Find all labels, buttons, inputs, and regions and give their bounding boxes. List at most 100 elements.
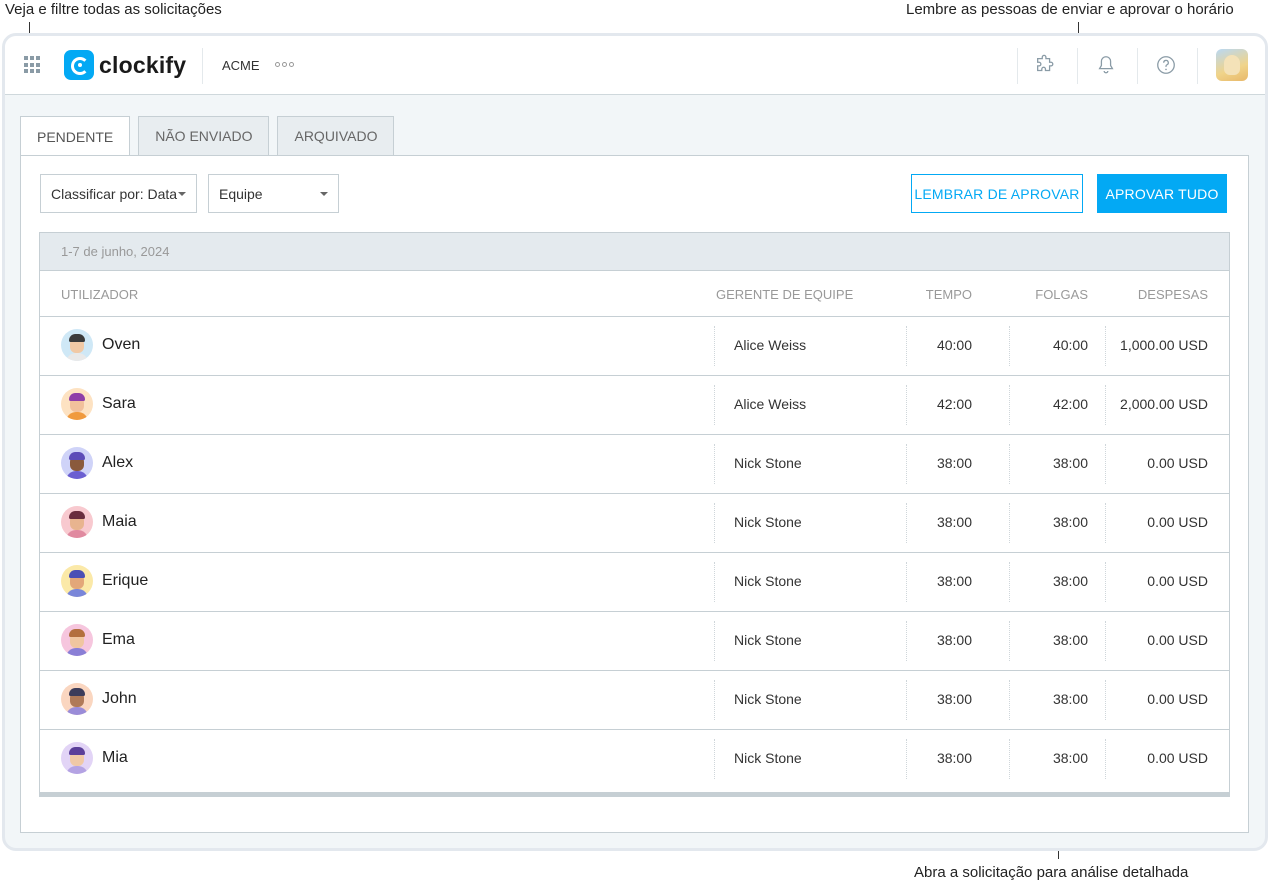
- user-name: Ema: [102, 631, 135, 648]
- more-options-icon[interactable]: [275, 62, 294, 67]
- cell-divider: [906, 326, 907, 366]
- user-avatar[interactable]: [1216, 49, 1248, 81]
- timeoff-value: 38:00: [1052, 632, 1088, 648]
- cell-divider: [714, 326, 715, 366]
- column-user: UTILIZADOR: [61, 287, 139, 302]
- time-value: 38:00: [936, 632, 972, 648]
- avatar-body: [66, 530, 88, 538]
- user-avatar: [61, 329, 93, 361]
- app-window: clockify ACME PENDENTE NÃO ENVIADO ARQUI…: [2, 33, 1268, 851]
- clockify-logo[interactable]: clockify: [64, 50, 186, 80]
- approve-all-button[interactable]: APROVAR TUDO: [1097, 174, 1227, 213]
- table-row[interactable]: Alex Nick Stone 38:00 38:00 0.00 USD: [40, 435, 1229, 494]
- tab-not-submitted[interactable]: NÃO ENVIADO: [138, 116, 270, 155]
- table-row[interactable]: Maia Nick Stone 38:00 38:00 0.00 USD: [40, 494, 1229, 553]
- avatar-hair: [69, 629, 85, 637]
- expenses-value: 0.00 USD: [1147, 691, 1208, 707]
- table-row[interactable]: Ema Nick Stone 38:00 38:00 0.00 USD: [40, 612, 1229, 671]
- manager-name: Nick Stone: [734, 514, 802, 530]
- tab-archived[interactable]: ARQUIVADO: [277, 116, 395, 155]
- avatar-body: [66, 648, 88, 656]
- remind-to-approve-button[interactable]: LEMBRAR DE APROVAR: [911, 174, 1083, 213]
- avatar-body: [66, 471, 88, 479]
- logo-text: clockify: [99, 51, 187, 78]
- user-name: Alex: [102, 454, 134, 471]
- puzzle-icon[interactable]: [1034, 54, 1056, 76]
- avatar-body: [66, 353, 88, 361]
- cell-divider: [1009, 503, 1010, 543]
- table-row[interactable]: Mia Nick Stone 38:00 38:00 0.00 USD: [40, 730, 1229, 789]
- cell-divider: [1009, 739, 1010, 779]
- callout-remind: Lembre as pessoas de enviar e aprovar o …: [906, 1, 1234, 18]
- cell-divider: [1105, 503, 1106, 543]
- table-row[interactable]: Sara Alice Weiss 42:00 42:00 2,000.00 US…: [40, 376, 1229, 435]
- manager-name: Nick Stone: [734, 750, 802, 766]
- avatar-hair: [69, 511, 85, 519]
- cell-divider: [714, 739, 715, 779]
- time-value: 42:00: [936, 396, 972, 412]
- user-name: Erique: [102, 572, 149, 589]
- expenses-value: 2,000.00 USD: [1120, 396, 1208, 412]
- user-avatar: [61, 742, 93, 774]
- user-name: Oven: [102, 336, 141, 353]
- timeoff-value: 38:00: [1052, 750, 1088, 766]
- expenses-value: 0.00 USD: [1147, 632, 1208, 648]
- cell-divider: [714, 621, 715, 661]
- avatar-hair: [69, 747, 85, 755]
- cell-divider: [1105, 385, 1106, 425]
- requests-panel: Classificar por: Data Equipe LEMBRAR DE …: [20, 155, 1249, 833]
- avatar-hair: [69, 452, 85, 460]
- top-bar: clockify ACME: [5, 36, 1265, 95]
- time-value: 40:00: [936, 337, 972, 353]
- user-avatar: [61, 388, 93, 420]
- team-select[interactable]: Equipe: [208, 174, 339, 213]
- time-value: 38:00: [936, 573, 972, 589]
- manager-name: Nick Stone: [734, 632, 802, 648]
- user-name: Mia: [102, 749, 128, 766]
- cell-divider: [1009, 680, 1010, 720]
- cell-divider: [714, 680, 715, 720]
- cell-divider: [714, 503, 715, 543]
- tab-bar: PENDENTE NÃO ENVIADO ARQUIVADO: [20, 116, 395, 156]
- cell-divider: [1105, 562, 1106, 602]
- timeoff-value: 38:00: [1052, 455, 1088, 471]
- cell-divider: [906, 680, 907, 720]
- callout-view-filter: Veja e filtre todas as solicitações: [5, 1, 222, 18]
- cell-divider: [906, 503, 907, 543]
- cell-divider: [1009, 621, 1010, 661]
- workspace-name[interactable]: ACME: [222, 58, 260, 73]
- time-value: 38:00: [936, 750, 972, 766]
- help-icon[interactable]: [1155, 54, 1177, 76]
- divider: [1077, 48, 1078, 84]
- table-row[interactable]: Erique Nick Stone 38:00 38:00 0.00 USD: [40, 553, 1229, 612]
- column-time: TEMPO: [925, 287, 972, 302]
- chevron-down-icon: [178, 192, 186, 196]
- tab-pending[interactable]: PENDENTE: [20, 116, 131, 156]
- cell-divider: [906, 621, 907, 661]
- cell-divider: [1105, 444, 1106, 484]
- table-body: Oven Alice Weiss 40:00 40:00 1,000.00 US…: [40, 317, 1229, 789]
- expenses-value: 0.00 USD: [1147, 750, 1208, 766]
- column-timeoff: FOLGAS: [1035, 287, 1088, 302]
- apps-grid-icon[interactable]: [24, 56, 42, 74]
- manager-name: Alice Weiss: [734, 396, 807, 412]
- sort-select[interactable]: Classificar por: Data: [40, 174, 197, 213]
- divider: [202, 48, 203, 84]
- expenses-value: 0.00 USD: [1147, 573, 1208, 589]
- divider: [1137, 48, 1138, 84]
- user-avatar: [61, 624, 93, 656]
- timeoff-value: 38:00: [1052, 691, 1088, 707]
- table-row[interactable]: John Nick Stone 38:00 38:00 0.00 USD: [40, 671, 1229, 730]
- date-range-header: 1-7 de junho, 2024: [40, 233, 1229, 271]
- timeoff-value: 38:00: [1052, 514, 1088, 530]
- cell-divider: [1105, 621, 1106, 661]
- cell-divider: [1105, 680, 1106, 720]
- avatar-body: [66, 412, 88, 420]
- time-value: 38:00: [936, 455, 972, 471]
- expenses-value: 0.00 USD: [1147, 514, 1208, 530]
- bell-icon[interactable]: [1095, 54, 1117, 76]
- manager-name: Nick Stone: [734, 573, 802, 589]
- cell-divider: [906, 739, 907, 779]
- manager-name: Nick Stone: [734, 455, 802, 471]
- table-row[interactable]: Oven Alice Weiss 40:00 40:00 1,000.00 US…: [40, 317, 1229, 376]
